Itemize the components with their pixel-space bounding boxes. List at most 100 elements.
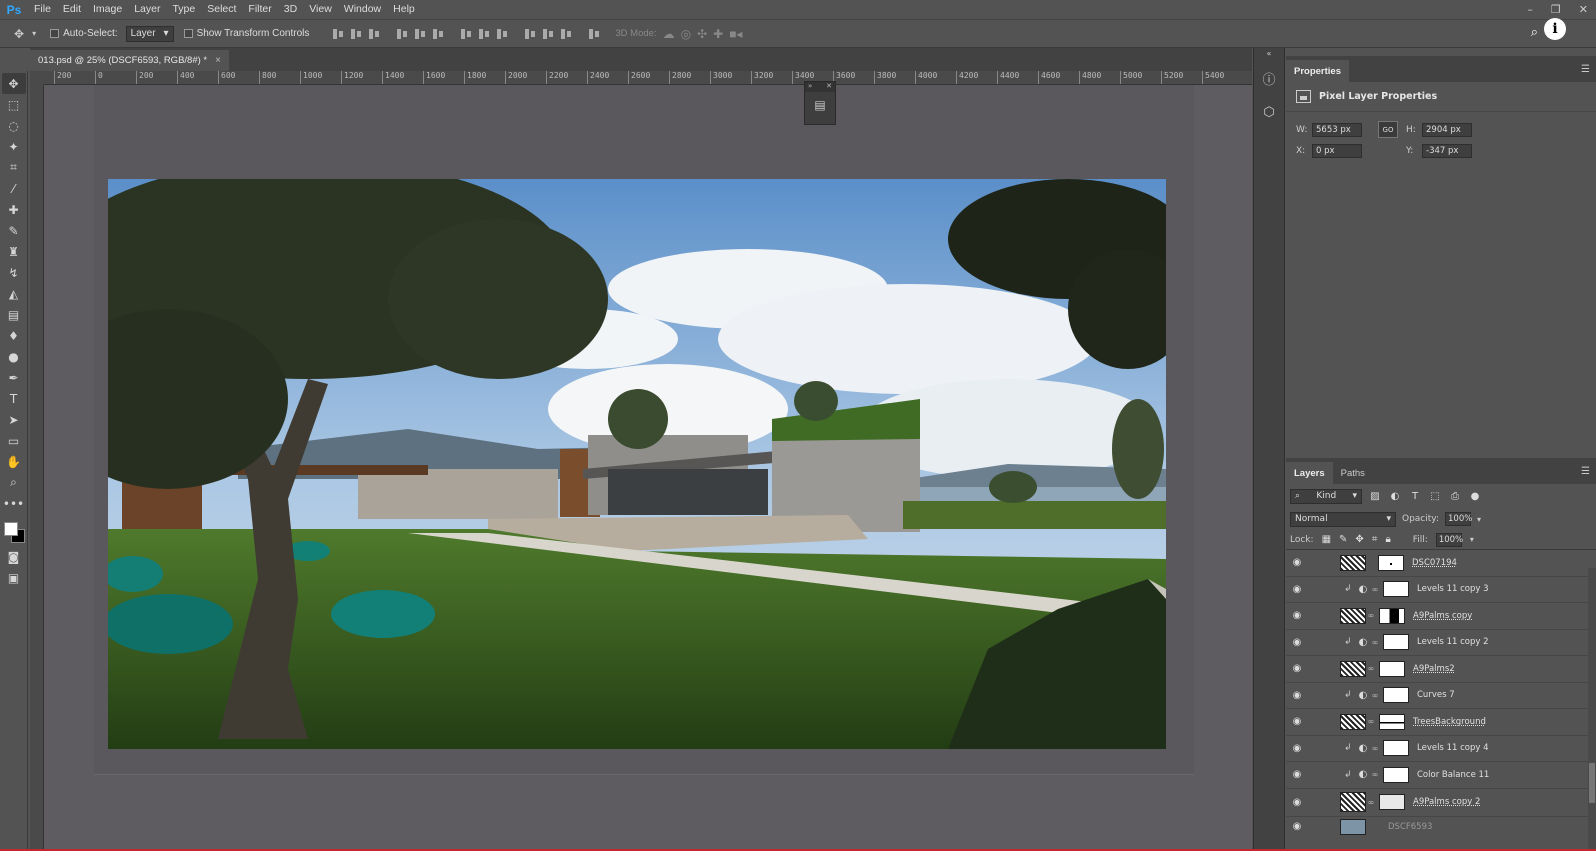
tool-preset-chevron-icon[interactable]: ▾ — [28, 29, 40, 38]
canvas-area[interactable] — [44, 85, 1252, 851]
link-chain-icon[interactable]: ∞ — [1370, 638, 1380, 647]
layer-row[interactable]: ◉ ∞ A9Palms copy 2 — [1286, 789, 1596, 817]
eyedropper-tool-icon[interactable]: ⁄ — [2, 178, 26, 199]
marquee-tool-icon[interactable]: ⬚ — [2, 94, 26, 115]
auto-select-checkbox[interactable]: Auto-Select: — [50, 28, 118, 39]
menu-type[interactable]: Type — [166, 0, 201, 19]
checkbox-box[interactable] — [50, 29, 60, 38]
layer-mask-thumbnail[interactable] — [1379, 660, 1405, 677]
history-brush-tool-icon[interactable]: ↯ — [2, 262, 26, 283]
layer-row[interactable]: ◉ DSCF6593 — [1286, 817, 1596, 837]
magic-wand-tool-icon[interactable]: ✦ — [2, 136, 26, 157]
lock-all-icon[interactable]: 🔒︎ — [1385, 534, 1390, 545]
menu-file[interactable]: File — [28, 0, 57, 19]
align-left-edges-icon[interactable] — [395, 27, 409, 41]
foreground-color-swatch[interactable] — [3, 522, 18, 536]
eraser-tool-icon[interactable]: ◭ — [2, 283, 26, 304]
floating-panel-header[interactable]: » ✕ — [805, 82, 835, 92]
distribute-right-icon[interactable] — [559, 27, 573, 41]
document-image[interactable] — [108, 179, 1166, 749]
layer-row[interactable]: ◉ ↲ ◐ ∞ Curves 7 — [1286, 683, 1596, 709]
filter-pixel-icon[interactable]: ▨ — [1368, 491, 1382, 502]
move-tool-icon[interactable]: ✥ — [1, 73, 26, 94]
floating-panel[interactable]: » ✕ ▤ — [804, 81, 836, 125]
hand-tool-icon[interactable]: ✋ — [2, 451, 26, 472]
layer-mask-thumbnail[interactable] — [1383, 634, 1409, 651]
clone-stamp-tool-icon[interactable]: ♜ — [2, 241, 26, 262]
link-chain-icon[interactable]: ∞ — [1370, 585, 1380, 594]
info-icon[interactable]: i — [1544, 18, 1566, 40]
type-tool-icon[interactable]: T — [2, 388, 26, 409]
layer-mask-thumbnail[interactable] — [1383, 766, 1409, 783]
menu-select[interactable]: Select — [201, 0, 242, 19]
menu-3d[interactable]: 3D — [278, 0, 303, 19]
healing-brush-tool-icon[interactable]: ✚ — [2, 199, 26, 220]
more-tools-icon[interactable]: ••• — [2, 493, 26, 514]
link-chain-icon[interactable]: ∞ — [1366, 798, 1376, 807]
checkbox-box[interactable] — [183, 29, 193, 38]
layer-mask-thumbnail[interactable] — [1379, 607, 1405, 624]
distribute-hcenter-icon[interactable] — [541, 27, 555, 41]
document-tab[interactable]: 013.psd @ 25% (DSCF6593, RGB/8#) * × — [30, 50, 229, 71]
link-chain-icon[interactable]: ∞ — [1370, 770, 1380, 779]
y-field[interactable]: -347 px — [1422, 144, 1472, 158]
3d-orbit-icon[interactable]: ☁ — [663, 27, 675, 41]
height-field[interactable]: 2904 px — [1422, 122, 1472, 137]
filter-adjustment-icon[interactable]: ◐ — [1388, 491, 1402, 502]
collapse-dock-icon[interactable]: « — [1254, 48, 1284, 58]
filter-type-icon[interactable]: T — [1408, 491, 1422, 502]
visibility-eye-icon[interactable]: ◉ — [1286, 769, 1308, 780]
layer-mask-thumbnail[interactable] — [1383, 740, 1409, 757]
visibility-eye-icon[interactable]: ◉ — [1286, 584, 1308, 595]
vertical-ruler[interactable] — [30, 85, 44, 851]
quick-mask-icon[interactable]: ◙ — [2, 546, 26, 567]
screen-mode-icon[interactable]: ▣ — [2, 567, 26, 588]
align-horizontal-centers-icon[interactable] — [413, 27, 427, 41]
align-top-edges-icon[interactable] — [331, 27, 345, 41]
auto-align-layers-icon[interactable] — [587, 27, 601, 41]
opacity-chevron-icon[interactable]: ▾ — [1477, 515, 1481, 524]
filter-shape-icon[interactable]: ⬚ — [1428, 491, 1442, 502]
tab-paths[interactable]: Paths — [1333, 462, 1373, 484]
layer-row[interactable]: ◉ ↲ ◐ ∞ Levels 11 copy 3 — [1286, 577, 1596, 603]
3d-drag-icon[interactable]: ✣ — [697, 27, 707, 41]
panel-menu-icon[interactable]: ☰ — [1581, 466, 1590, 477]
visibility-eye-icon[interactable]: ◉ — [1286, 610, 1308, 621]
move-tool-icon[interactable]: ✥ — [10, 27, 28, 41]
zoom-tool-icon[interactable]: ⌕ — [2, 472, 26, 493]
link-chain-icon[interactable]: ∞ — [1366, 664, 1376, 673]
opacity-field[interactable]: 100% — [1445, 512, 1472, 526]
dodge-tool-icon[interactable]: ● — [2, 346, 26, 367]
horizontal-ruler[interactable]: 200 0 200 400 600 800 1000 1200 1400 160… — [44, 71, 1252, 85]
layer-row[interactable]: ◉ ∞ A9Palms copy — [1286, 603, 1596, 630]
search-icon[interactable]: ⌕ — [1531, 25, 1538, 40]
link-dimensions-button[interactable]: GO — [1378, 121, 1398, 138]
lock-position-icon[interactable]: ✥ — [1355, 534, 1363, 545]
info-panel-icon[interactable]: ⓘ — [1254, 64, 1284, 92]
restore-button[interactable]: ❐ — [1551, 3, 1561, 16]
tab-layers[interactable]: Layers — [1286, 462, 1333, 484]
menu-filter[interactable]: Filter — [242, 0, 277, 19]
rectangle-tool-icon[interactable]: ▭ — [2, 430, 26, 451]
menu-image[interactable]: Image — [87, 0, 128, 19]
blur-tool-icon[interactable]: ♦ — [2, 325, 26, 346]
3d-scale-icon[interactable]: ■◂ — [729, 27, 742, 41]
layer-row[interactable]: ◉ DSC07194 — [1286, 550, 1596, 577]
close-icon[interactable]: ✕ — [826, 82, 832, 92]
minimize-button[interactable]: – — [1527, 3, 1533, 16]
filter-kind-dropdown[interactable]: ⌕ Kind ▾ — [1290, 488, 1362, 504]
link-chain-icon[interactable]: ∞ — [1366, 717, 1376, 726]
align-right-edges-icon[interactable] — [431, 27, 445, 41]
visibility-eye-icon[interactable]: ◉ — [1286, 663, 1308, 674]
timeline-icon[interactable]: ▤ — [805, 98, 835, 112]
visibility-eye-icon[interactable]: ◉ — [1286, 716, 1308, 727]
auto-select-target-dropdown[interactable]: Layer ▾ — [125, 25, 174, 42]
filter-toggle-icon[interactable]: ● — [1468, 491, 1482, 502]
align-vertical-centers-icon[interactable] — [349, 27, 363, 41]
layer-mask-thumbnail[interactable] — [1383, 687, 1409, 704]
lasso-tool-icon[interactable]: ◌ — [2, 115, 26, 136]
gradient-tool-icon[interactable]: ▤ — [2, 304, 26, 325]
menu-window[interactable]: Window — [338, 0, 387, 19]
panel-menu-icon[interactable]: ☰ — [1581, 64, 1590, 75]
fill-field[interactable]: 100% — [1435, 532, 1463, 547]
